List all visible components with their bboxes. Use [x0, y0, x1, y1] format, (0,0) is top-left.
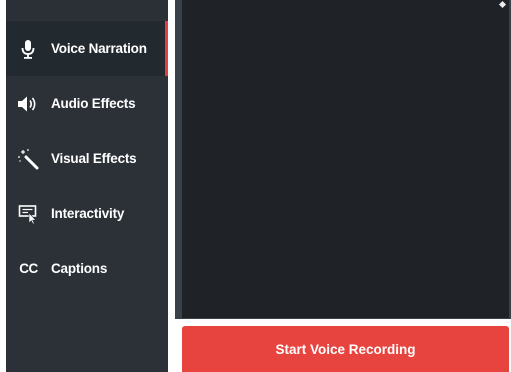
sidebar-item-label: Voice Narration: [51, 41, 147, 56]
magic-wand-icon: [15, 148, 41, 170]
sidebar-item-label: Visual Effects: [51, 151, 137, 166]
interactive-screen-icon: [15, 203, 41, 225]
sidebar-item-label: Audio Effects: [51, 96, 136, 111]
sidebar: Voice Narration Audio Effects Visual Eff…: [6, 0, 168, 372]
start-voice-recording-button[interactable]: Start Voice Recording: [182, 326, 509, 372]
record-button-label: Start Voice Recording: [275, 341, 416, 357]
sidebar-item-label: Captions: [51, 261, 108, 276]
sidebar-item-captions[interactable]: CC Captions: [6, 241, 168, 296]
sidebar-item-visual-effects[interactable]: Visual Effects: [6, 131, 168, 186]
sidebar-item-interactivity[interactable]: Interactivity: [6, 186, 168, 241]
sidebar-item-label: Interactivity: [51, 206, 125, 221]
speaker-icon: [15, 93, 41, 115]
microphone-icon: [15, 38, 41, 60]
sidebar-item-voice-narration[interactable]: Voice Narration: [6, 21, 168, 76]
sidebar-item-audio-effects[interactable]: Audio Effects: [6, 76, 168, 131]
sidebar-top-strip: [6, 0, 168, 19]
preview-area: [182, 0, 509, 318]
closed-captions-icon: CC: [19, 261, 38, 276]
